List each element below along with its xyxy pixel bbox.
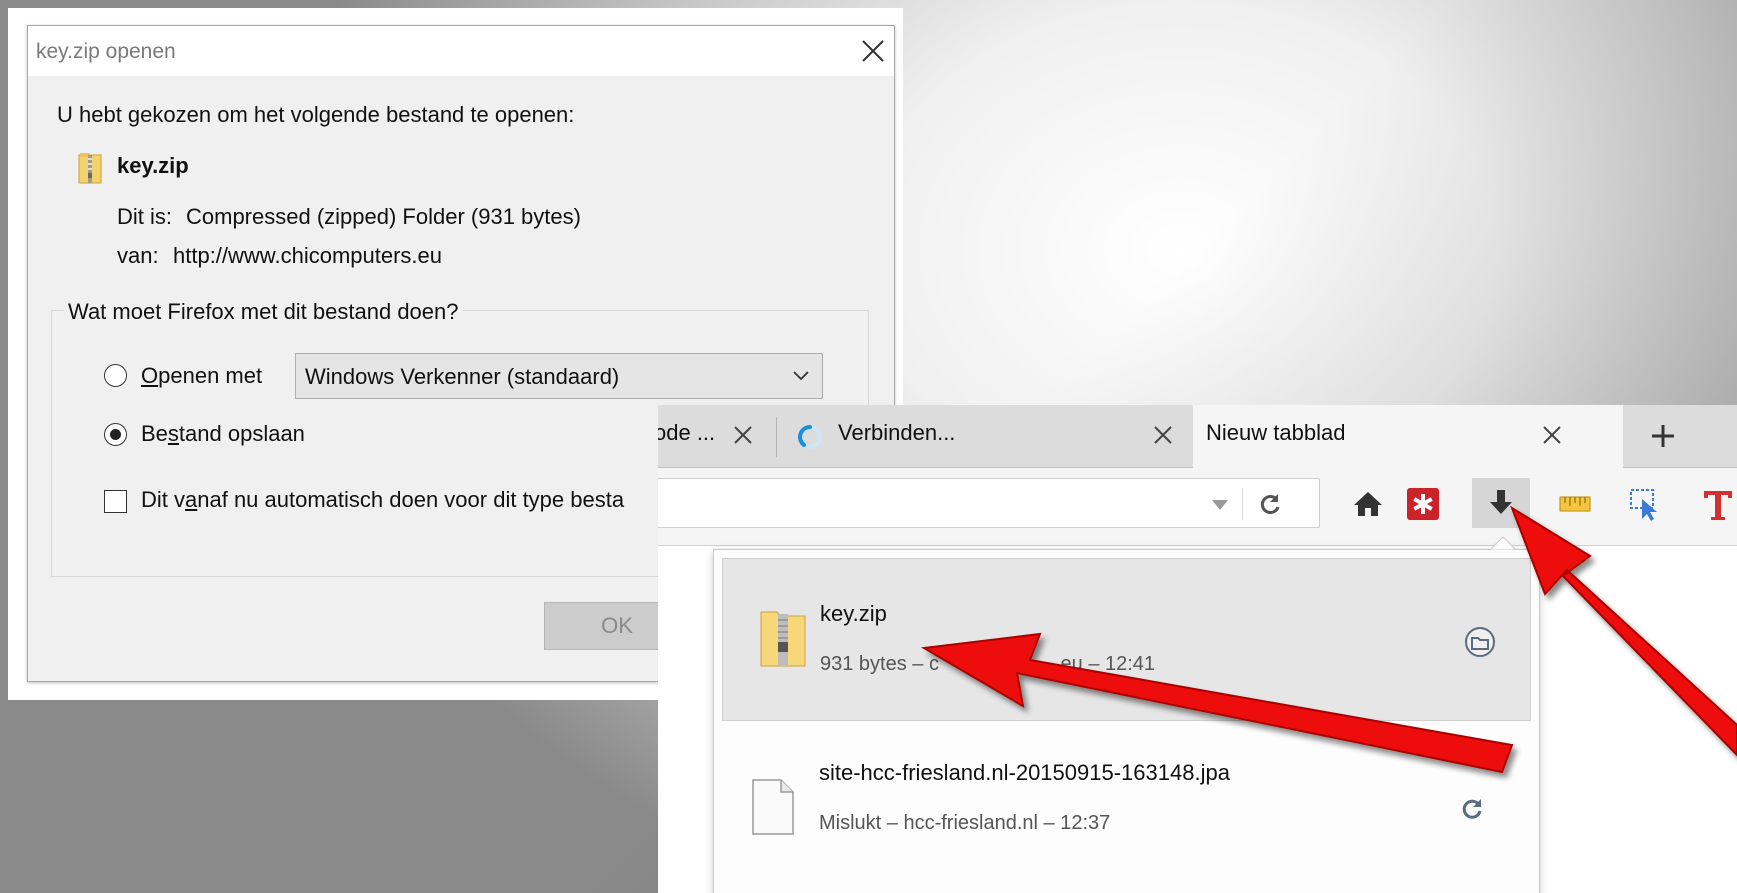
navigation-toolbar xyxy=(658,468,1737,546)
close-tab-icon[interactable] xyxy=(1152,424,1174,446)
home-icon[interactable] xyxy=(1351,487,1385,521)
chevron-down-icon xyxy=(793,371,809,381)
picker-icon[interactable] xyxy=(1628,487,1662,521)
download-meta: 931 bytes – c .eu – 12:41 xyxy=(820,653,1156,675)
auto-action-label[interactable]: Dit vanaf nu automatisch doen voor dit t… xyxy=(141,487,624,513)
panel-pointer xyxy=(1490,536,1516,550)
retry-icon[interactable] xyxy=(1459,796,1485,822)
auto-action-checkbox[interactable] xyxy=(104,490,127,513)
download-icon xyxy=(1490,490,1512,514)
tab-title[interactable]: Verbinden... xyxy=(838,420,955,446)
close-tab-icon[interactable] xyxy=(732,424,754,446)
url-separator xyxy=(1242,488,1243,520)
open-with-select[interactable]: Windows Verkenner (standaard) xyxy=(295,353,823,399)
save-file-label[interactable]: Bestand opslaan xyxy=(141,421,305,447)
dialog-title: key.zip openen xyxy=(36,40,176,63)
tab-separator xyxy=(776,417,777,457)
open-folder-icon[interactable] xyxy=(1464,626,1496,658)
url-bar[interactable] xyxy=(658,478,1320,528)
file-source-url: http://www.chicomputers.eu xyxy=(173,243,443,268)
dialog-intro-text: U hebt gekozen om het volgende bestand t… xyxy=(57,102,575,127)
url-dropdown-icon[interactable] xyxy=(1211,499,1229,511)
dialog-filename: key.zip xyxy=(117,153,189,178)
text-tool-icon[interactable] xyxy=(1701,487,1735,521)
ruler-icon[interactable] xyxy=(1558,487,1592,521)
reload-icon[interactable] xyxy=(1257,492,1283,518)
loading-spinner-icon xyxy=(798,425,822,449)
tab-title[interactable]: ode ... xyxy=(658,420,715,446)
close-icon[interactable] xyxy=(858,36,888,66)
downloads-panel: key.zip 931 bytes – c .eu – 12:41 site-hc… xyxy=(713,549,1540,893)
download-filename: key.zip xyxy=(820,601,887,626)
open-with-label[interactable]: Openen met xyxy=(141,363,262,389)
file-type-label: Dit is: xyxy=(117,204,172,229)
open-with-radio[interactable] xyxy=(104,364,127,387)
tab-strip: ode ... Verbinden... Nieuw tabblad xyxy=(658,405,1737,469)
file-type-value: Compressed (zipped) Folder (931 bytes) xyxy=(186,204,581,229)
tab-title: Nieuw tabblad xyxy=(1206,420,1346,445)
action-group-legend: Wat moet Firefox met dit bestand doen? xyxy=(64,299,463,325)
zip-folder-icon xyxy=(78,153,102,184)
dialog-titlebar: key.zip openen xyxy=(28,26,894,76)
download-item[interactable]: key.zip 931 bytes – c .eu – 12:41 xyxy=(722,558,1531,721)
open-with-select-value: Windows Verkenner (standaard) xyxy=(305,364,620,389)
download-button[interactable] xyxy=(1472,478,1530,528)
file-source-label: van: xyxy=(117,243,159,268)
close-tab-icon[interactable] xyxy=(1541,424,1563,446)
download-filename: site-hcc-friesland.nl-20150915-163148.jp… xyxy=(819,760,1230,785)
save-file-radio[interactable] xyxy=(104,423,127,446)
firefox-window-fragment: ode ... Verbinden... Nieuw tabblad key.z… xyxy=(658,405,1737,893)
document-file-icon xyxy=(752,779,794,835)
new-tab-plus-icon[interactable] xyxy=(1650,423,1676,449)
tab-active[interactable]: Nieuw tabblad xyxy=(1193,405,1623,469)
zip-file-icon xyxy=(760,611,806,667)
lastpass-icon[interactable] xyxy=(1406,487,1440,521)
download-meta: Mislukt – hcc-friesland.nl – 12:37 xyxy=(819,812,1111,834)
